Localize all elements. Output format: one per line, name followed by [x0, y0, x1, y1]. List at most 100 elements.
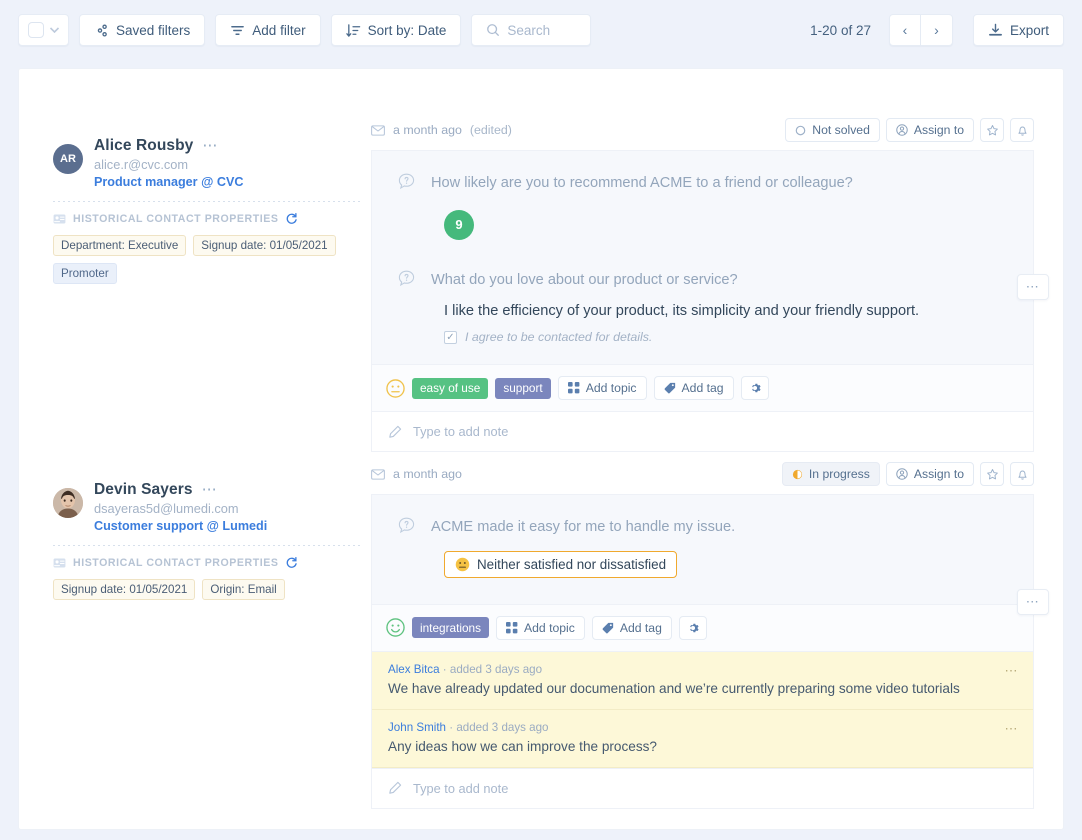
feedback-overflow-menu[interactable]: ⋯ [1017, 589, 1049, 615]
divider [53, 545, 363, 546]
note-timestamp: · added 3 days ago [442, 662, 543, 676]
contact-name-row: Alice Rousby ⋯ [94, 137, 243, 155]
sort-by-button[interactable]: Sort by: Date [330, 14, 462, 46]
note-overflow-menu[interactable]: ⋯ [1005, 664, 1020, 677]
property-chip[interactable]: Signup date: 01/05/2021 [193, 235, 336, 256]
feedback-timestamp: a month ago [393, 123, 462, 137]
add-note-input[interactable]: Type to add note [371, 411, 1034, 453]
property-chip[interactable]: Signup date: 01/05/2021 [53, 579, 196, 600]
add-tag-button[interactable]: Add tag [591, 615, 672, 640]
avatar-photo-icon [53, 488, 83, 518]
add-topic-label: Add topic [524, 620, 575, 635]
property-chips: Signup date: 01/05/2021 Origin: Email [53, 579, 363, 600]
assign-to-button[interactable]: Assign to [885, 462, 974, 486]
refresh-icon[interactable] [285, 212, 298, 225]
add-filter-label: Add filter [252, 22, 306, 38]
content-columns: AR Alice Rousby ⋯ alice.r@cvc.com Produc… [19, 69, 1063, 829]
add-topic-button[interactable]: Add topic [557, 376, 647, 401]
saved-filters-button[interactable]: Saved filters [79, 14, 206, 46]
feedback-tags-row: integrations Add topic Add tag [371, 603, 1034, 651]
nps-answer: 9 [398, 209, 1007, 240]
topic-tag[interactable]: integrations [412, 617, 489, 639]
add-tag-button[interactable]: Add tag [653, 376, 734, 401]
half-circle-icon [792, 469, 802, 479]
contact-header: AR Alice Rousby ⋯ alice.r@cvc.com Produc… [53, 137, 363, 189]
pencil-icon [389, 425, 402, 438]
contact-info: Alice Rousby ⋯ alice.r@cvc.com Product m… [94, 137, 243, 189]
status-badge[interactable]: In progress [781, 462, 880, 486]
properties-header-label: HISTORICAL CONTACT PROPERTIES [73, 556, 279, 569]
feedback-edited-label: (edited) [469, 123, 512, 137]
topic-tag[interactable]: easy of use [412, 377, 489, 399]
property-chip[interactable]: Origin: Email [202, 579, 285, 600]
contact-menu-icon[interactable]: ⋯ [202, 482, 218, 497]
satisfaction-answer: Neither satisfied nor dissatisfied [398, 538, 1007, 578]
content-panel: AR Alice Rousby ⋯ alice.r@cvc.com Produc… [18, 68, 1064, 830]
contact-card-icon [53, 213, 66, 224]
topic-tag[interactable]: support [495, 377, 551, 399]
star-button[interactable] [980, 118, 1004, 142]
refresh-icon[interactable] [285, 556, 298, 569]
property-chip[interactable]: Department: Executive [53, 235, 187, 256]
prev-page-button[interactable]: ‹ [888, 14, 921, 46]
notification-bell-button[interactable] [1010, 118, 1034, 142]
notification-bell-button[interactable] [1010, 462, 1034, 486]
contact-card: AR Alice Rousby ⋯ alice.r@cvc.com Produc… [53, 137, 363, 284]
note-author[interactable]: John Smith [388, 721, 446, 734]
text-answer: I like the efficiency of your product, i… [398, 303, 1007, 344]
contact-name-row: Devin Sayers ⋯ [94, 481, 267, 499]
avatar: AR [53, 144, 83, 174]
search-box[interactable]: Search [471, 14, 592, 46]
question-row: What do you love about our product or se… [398, 270, 1007, 291]
feedback-card: a month ago In progress Assign to ACME m… [371, 460, 1049, 809]
consent-text: I agree to be contacted for details. [465, 330, 653, 345]
pencil-icon [389, 782, 402, 794]
contact-header: Devin Sayers ⋯ dsayeras5d@lumedi.com Cus… [53, 481, 363, 533]
gear-icon [690, 623, 699, 632]
circle-outline-icon [795, 125, 806, 135]
add-topic-button[interactable]: Add topic [496, 615, 585, 640]
status-badge[interactable]: Not solved [785, 118, 880, 142]
property-chip[interactable]: Promoter [53, 263, 117, 284]
contact-email: alice.r@cvc.com [94, 157, 189, 172]
contact-role[interactable]: Customer support @ Lumedi [94, 519, 267, 533]
properties-header-label: HISTORICAL CONTACT PROPERTIES [73, 212, 279, 225]
notes-list: Alex Bitca · added 3 days ago We have al… [371, 650, 1034, 768]
assign-to-label: Assign to [913, 123, 964, 137]
feedback-overflow-menu[interactable]: ⋯ [1017, 274, 1049, 300]
note-overflow-menu[interactable]: ⋯ [1005, 722, 1020, 735]
star-button[interactable] [980, 462, 1004, 486]
add-note-placeholder: Type to add note [413, 424, 509, 440]
user-circle-icon [896, 124, 908, 136]
contact-menu-icon[interactable]: ⋯ [202, 138, 218, 153]
export-button[interactable]: Export [972, 14, 1064, 46]
add-filter-button[interactable]: Add filter [215, 14, 321, 46]
contact-card-icon [53, 557, 66, 568]
note-item: Alex Bitca · added 3 days ago We have al… [372, 651, 1033, 710]
question-bubble-icon [398, 270, 415, 286]
consent-row: ✓ I agree to be contacted for details. [444, 330, 1007, 344]
note-author[interactable]: Alex Bitca [388, 663, 440, 676]
question-text: ACME made it easy for me to handle my is… [431, 519, 736, 535]
assign-to-button[interactable]: Assign to [885, 118, 974, 142]
satisfaction-label: Neither satisfied nor dissatisfied [477, 556, 667, 572]
divider [53, 201, 363, 202]
next-page-button[interactable]: › [920, 14, 953, 46]
question-text: How likely are you to recommend ACME to … [431, 175, 853, 191]
avatar [53, 488, 83, 518]
nps-score: 9 [444, 209, 474, 240]
add-note-input[interactable]: Type to add note [371, 767, 1034, 809]
question-bubble-icon [398, 517, 415, 534]
tag-settings-button[interactable] [740, 376, 769, 401]
feedback-column: a month ago (edited) Not solved Assign t… [371, 69, 1063, 829]
add-tag-label: Add tag [619, 620, 662, 635]
question-row: ACME made it easy for me to handle my is… [398, 517, 1007, 538]
tag-settings-button[interactable] [678, 615, 707, 640]
search-icon [487, 24, 500, 36]
contact-card: Devin Sayers ⋯ dsayeras5d@lumedi.com Cus… [53, 481, 363, 600]
contact-role[interactable]: Product manager @ CVC [94, 175, 243, 189]
select-all-dropdown[interactable] [18, 14, 69, 46]
contact-info: Devin Sayers ⋯ dsayeras5d@lumedi.com Cus… [94, 481, 267, 533]
select-all-checkbox[interactable] [28, 22, 44, 38]
question-spacer [398, 240, 1007, 270]
